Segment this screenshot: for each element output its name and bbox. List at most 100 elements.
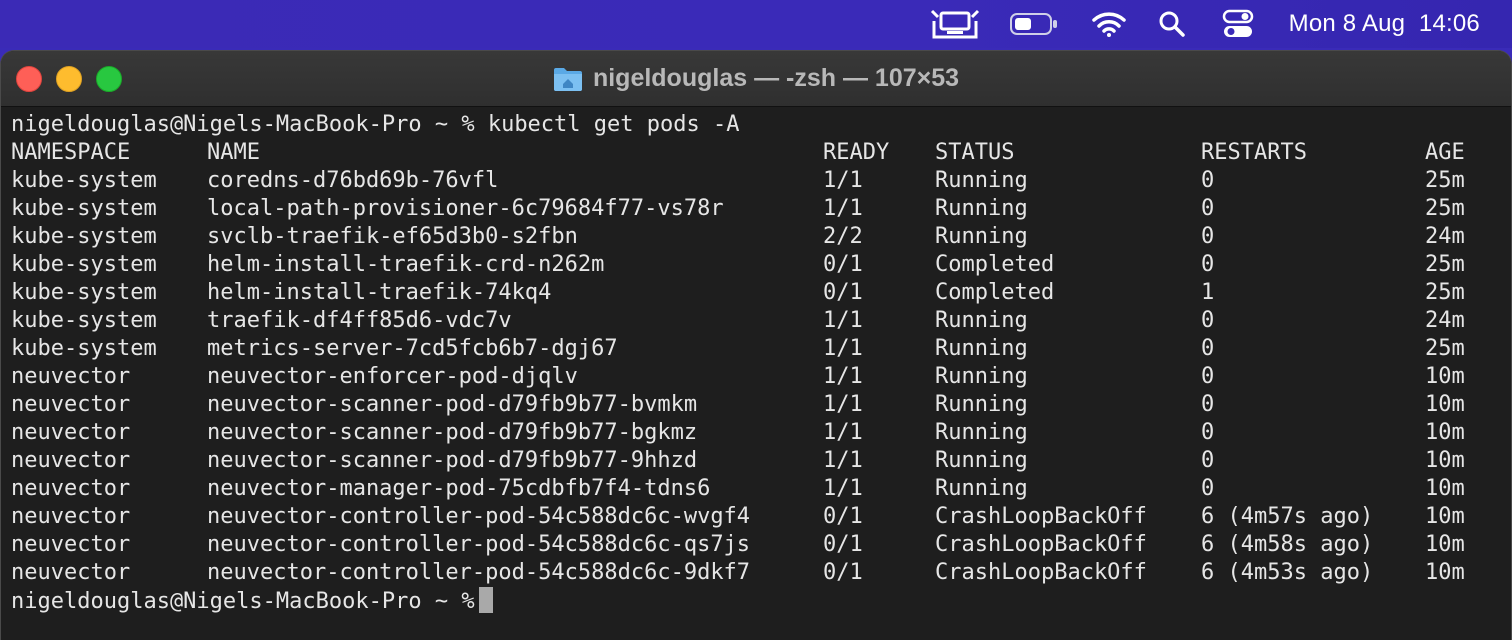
table-row: neuvector neuvector-controller-pod-54c588…	[11, 559, 1511, 587]
header-namespace: NAMESPACE	[11, 140, 131, 165]
terminal-output[interactable]: nigeldouglas@Nigels-MacBook-Pro ~ % kube…	[1, 107, 1511, 615]
table-row: kube-system svclb-traefik-ef65d3b0-s2fbn 2…	[11, 223, 1511, 251]
cell-restarts: 0	[1201, 336, 1215, 361]
wifi-icon[interactable]	[1091, 0, 1127, 48]
cell-name: neuvector-scanner-pod-d79fb9b77-9hhzd	[207, 448, 698, 473]
cell-name: neuvector-scanner-pod-d79fb9b77-bvmkm	[207, 392, 698, 417]
table-row: neuvector neuvector-scanner-pod-d79fb9b77…	[11, 419, 1511, 447]
cell-restarts: 6 (4m53s ago)	[1201, 560, 1374, 585]
cell-status: CrashLoopBackOff	[935, 560, 1147, 585]
cell-namespace: kube-system	[11, 280, 157, 305]
header-ready: READY	[823, 140, 890, 165]
table-row: neuvector neuvector-controller-pod-54c588…	[11, 503, 1511, 531]
text-cursor	[478, 587, 493, 613]
cell-status: Running	[935, 476, 1028, 501]
table-row: kube-system helm-install-traefik-crd-n262…	[11, 251, 1511, 279]
cell-age: 10m	[1425, 448, 1465, 473]
window-controls	[16, 66, 122, 92]
header-name: NAME	[207, 140, 260, 165]
cell-namespace: kube-system	[11, 336, 157, 361]
zoom-button[interactable]	[96, 66, 122, 92]
table-row: neuvector neuvector-enforcer-pod-djqlv 1/1…	[11, 363, 1511, 391]
cell-name: neuvector-scanner-pod-d79fb9b77-bgkmz	[207, 420, 698, 445]
cell-ready: 0/1	[823, 252, 863, 277]
cell-ready: 1/1	[823, 448, 863, 473]
cell-namespace: neuvector	[11, 560, 131, 585]
table-row: kube-system coredns-d76bd69b-76vfl 1/1 Runn…	[11, 167, 1511, 195]
close-button[interactable]	[16, 66, 42, 92]
cell-ready: 1/1	[823, 168, 863, 193]
table-row: kube-system traefik-df4ff85d6-vdc7v 1/1 Run…	[11, 307, 1511, 335]
prompt-line[interactable]: nigeldouglas@Nigels-MacBook-Pro ~ %	[11, 587, 1511, 615]
menubar: Mon 8 Aug 14:06	[0, 0, 1512, 48]
display-icon[interactable]	[929, 0, 981, 48]
cell-age: 24m	[1425, 224, 1465, 249]
cell-ready: 0/1	[823, 532, 863, 557]
cell-age: 25m	[1425, 252, 1465, 277]
cell-status: Running	[935, 392, 1028, 417]
header-restarts: RESTARTS	[1201, 140, 1307, 165]
cell-restarts: 0	[1201, 224, 1215, 249]
shell-prompt: nigeldouglas@Nigels-MacBook-Pro ~ %	[11, 589, 475, 614]
cell-ready: 1/1	[823, 364, 863, 389]
pod-rows: kube-system coredns-d76bd69b-76vfl 1/1 Runn…	[11, 167, 1511, 587]
cell-namespace: kube-system	[11, 224, 157, 249]
minimize-button[interactable]	[56, 66, 82, 92]
cell-namespace: neuvector	[11, 420, 131, 445]
cell-name: helm-install-traefik-crd-n262m	[207, 252, 605, 277]
cell-age: 10m	[1425, 476, 1465, 501]
table-row: neuvector neuvector-scanner-pod-d79fb9b77…	[11, 391, 1511, 419]
cell-restarts: 0	[1201, 476, 1215, 501]
cell-restarts: 0	[1201, 392, 1215, 417]
menubar-clock[interactable]: Mon 8 Aug 14:06	[1289, 0, 1480, 48]
cell-restarts: 0	[1201, 308, 1215, 333]
window-title: nigeldouglas — -zsh — 107×53	[592, 64, 960, 92]
cell-age: 10m	[1425, 364, 1465, 389]
cell-namespace: neuvector	[11, 476, 131, 501]
cell-namespace: kube-system	[11, 252, 157, 277]
cell-status: Running	[935, 224, 1028, 249]
cell-status: CrashLoopBackOff	[935, 532, 1147, 557]
battery-icon[interactable]	[1009, 0, 1059, 48]
cell-restarts: 0	[1201, 364, 1215, 389]
cell-ready: 1/1	[823, 392, 863, 417]
cell-age: 25m	[1425, 196, 1465, 221]
cell-ready: 0/1	[823, 280, 863, 305]
cell-restarts: 0	[1201, 252, 1215, 277]
table-row: neuvector neuvector-controller-pod-54c588…	[11, 531, 1511, 559]
cell-age: 24m	[1425, 308, 1465, 333]
cell-status: Running	[935, 448, 1028, 473]
terminal-window: nigeldouglas — -zsh — 107×53 nigeldougla…	[0, 50, 1512, 640]
cell-restarts: 0	[1201, 420, 1215, 445]
cell-namespace: neuvector	[11, 504, 131, 529]
cell-status: CrashLoopBackOff	[935, 504, 1147, 529]
cell-ready: 0/1	[823, 504, 863, 529]
table-row: kube-system helm-install-traefik-74kq4 0/1…	[11, 279, 1511, 307]
home-folder-icon	[553, 66, 583, 92]
cell-age: 10m	[1425, 392, 1465, 417]
command-line: nigeldouglas@Nigels-MacBook-Pro ~ % kube…	[11, 112, 740, 137]
cell-status: Running	[935, 308, 1028, 333]
cell-age: 10m	[1425, 420, 1465, 445]
cell-age: 10m	[1425, 560, 1465, 585]
cell-ready: 1/1	[823, 196, 863, 221]
title-bar[interactable]: nigeldouglas — -zsh — 107×53	[1, 51, 1511, 107]
cell-namespace: neuvector	[11, 448, 131, 473]
header-age: AGE	[1425, 140, 1465, 165]
cell-ready: 1/1	[823, 420, 863, 445]
table-row: kube-system local-path-provisioner-6c7968…	[11, 195, 1511, 223]
cell-namespace: kube-system	[11, 308, 157, 333]
cell-restarts: 0	[1201, 196, 1215, 221]
cell-restarts: 1	[1201, 280, 1215, 305]
cell-ready: 0/1	[823, 560, 863, 585]
cell-ready: 1/1	[823, 476, 863, 501]
search-icon[interactable]	[1157, 0, 1187, 48]
control-center-icon[interactable]	[1221, 0, 1255, 48]
window-title-group: nigeldouglas — -zsh — 107×53	[553, 64, 959, 93]
cell-name: svclb-traefik-ef65d3b0-s2fbn	[207, 224, 578, 249]
cell-ready: 1/1	[823, 308, 863, 333]
table-header: NAMESPACE NAME READY STATUS RESTARTS AGE	[11, 139, 1511, 167]
table-row: neuvector neuvector-scanner-pod-d79fb9b77…	[11, 447, 1511, 475]
cell-name: coredns-d76bd69b-76vfl	[207, 168, 499, 193]
cell-restarts: 6 (4m57s ago)	[1201, 504, 1374, 529]
